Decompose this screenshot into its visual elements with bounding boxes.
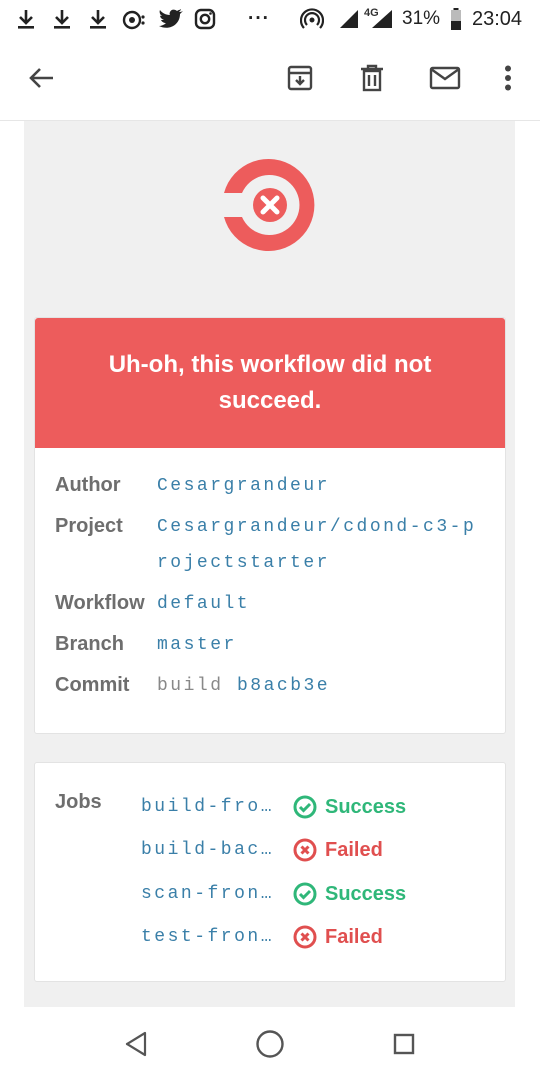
failed-icon bbox=[293, 838, 317, 862]
project-link[interactable]: Cesargrandeur/cdond-c3-projectstarter bbox=[157, 509, 487, 581]
nav-recents-icon[interactable] bbox=[384, 1024, 424, 1064]
detail-label: Project bbox=[55, 515, 123, 537]
app-bar bbox=[0, 38, 540, 121]
nav-home-icon[interactable] bbox=[250, 1024, 290, 1064]
author-link[interactable]: Cesargrandeur bbox=[157, 468, 330, 504]
podcast-icon bbox=[122, 0, 146, 38]
job-name-link[interactable]: scan-fron… bbox=[141, 884, 274, 904]
job-status-text: Success bbox=[325, 795, 407, 818]
hotspot-icon bbox=[300, 0, 324, 38]
job-name-link[interactable]: build-bac… bbox=[141, 840, 274, 860]
download-icon bbox=[52, 0, 72, 38]
mail-icon[interactable] bbox=[422, 38, 468, 118]
download-icon bbox=[88, 0, 108, 38]
job-status: Success bbox=[293, 882, 406, 906]
job-status: Failed bbox=[293, 925, 383, 949]
more-vert-icon[interactable] bbox=[494, 38, 522, 118]
job-status: Failed bbox=[293, 838, 383, 862]
detail-label: Branch bbox=[55, 633, 124, 655]
job-status: Success bbox=[293, 795, 406, 819]
workflow-link[interactable]: default bbox=[157, 586, 250, 622]
job-status-text: Failed bbox=[325, 925, 383, 948]
job-status-text: Failed bbox=[325, 838, 383, 861]
commit-prefix: build bbox=[157, 676, 224, 696]
system-nav-bar bbox=[0, 1008, 540, 1080]
workflow-summary-card: Uh-oh, this workflow did not succeed. Au… bbox=[34, 317, 506, 734]
detail-label: Workflow bbox=[55, 592, 145, 614]
signal-icon bbox=[370, 0, 394, 38]
signal-icon bbox=[338, 0, 362, 38]
failure-banner: Uh-oh, this workflow did not succeed. bbox=[35, 318, 505, 448]
twitter-icon bbox=[158, 0, 184, 38]
battery-icon bbox=[450, 0, 462, 38]
commit-link[interactable]: b8acb3e bbox=[237, 668, 330, 704]
archive-icon[interactable] bbox=[278, 38, 322, 118]
battery-percent: 31% bbox=[402, 8, 441, 29]
jobs-card: Jobs build-fro… Success build-bac… Faile… bbox=[34, 762, 506, 982]
jobs-label: Jobs bbox=[55, 791, 102, 813]
back-arrow-icon[interactable] bbox=[18, 38, 64, 118]
clock: 23:04 bbox=[472, 7, 523, 30]
failed-icon bbox=[293, 925, 317, 949]
detail-label: Commit bbox=[55, 674, 130, 696]
job-name-link[interactable]: build-fro… bbox=[141, 797, 274, 817]
success-icon bbox=[293, 882, 317, 906]
success-icon bbox=[293, 795, 317, 819]
branch-link[interactable]: master bbox=[157, 627, 237, 663]
job-status-text: Success bbox=[325, 882, 407, 905]
email-body: Uh-oh, this workflow did not succeed. Au… bbox=[24, 121, 515, 1007]
job-name-link[interactable]: test-fron… bbox=[141, 927, 274, 947]
circleci-failed-logo-icon bbox=[222, 157, 318, 253]
detail-label: Author bbox=[55, 474, 121, 496]
banner-text: Uh-oh, this workflow did not succeed. bbox=[108, 351, 432, 414]
status-bar: ··· 4G 31% 23:04 bbox=[0, 0, 540, 38]
overflow-indicator: ··· bbox=[248, 8, 270, 29]
nav-back-icon[interactable] bbox=[116, 1024, 156, 1064]
download-icon bbox=[16, 0, 36, 38]
instagram-icon bbox=[194, 0, 216, 38]
delete-icon[interactable] bbox=[350, 38, 394, 118]
